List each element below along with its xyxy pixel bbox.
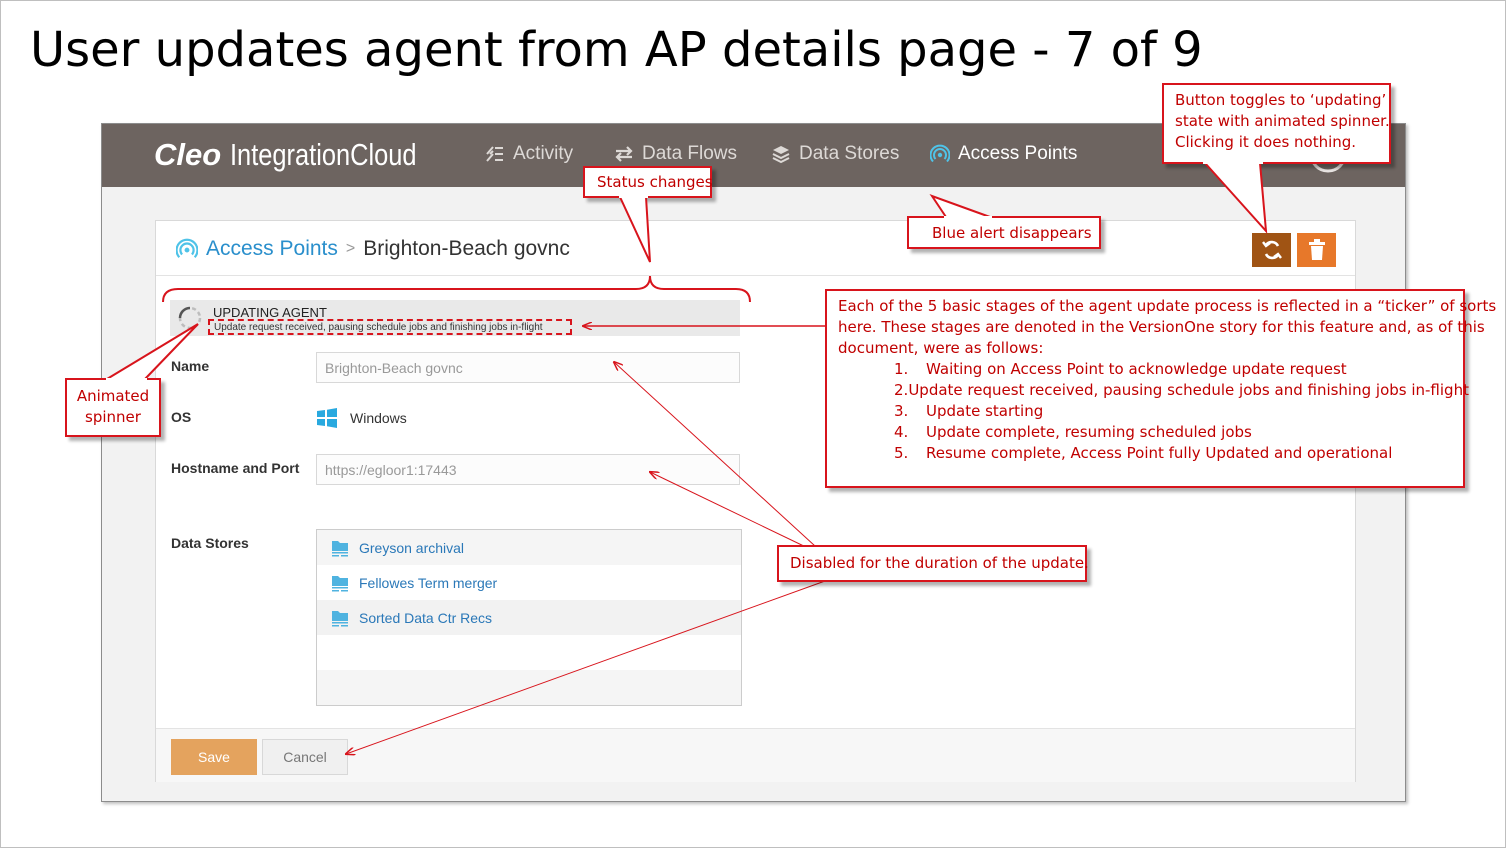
callout-line: here. These stages are denoted in the Ve… — [838, 318, 1485, 336]
stage-text: Update request received, pausing schedul… — [908, 381, 1469, 399]
callout-text: Disabled for the duration of the update. — [790, 554, 1089, 572]
stage-item: 4. Update complete, resuming scheduled jo… — [894, 422, 1463, 443]
stage-number: 3. — [894, 402, 909, 420]
stage-number: 2. — [894, 381, 909, 399]
stage-text: Resume complete, Access Point fully Upda… — [926, 444, 1393, 462]
callout-ticker-stages: Each of the 5 basic stages of the agent … — [825, 289, 1497, 488]
stage-item: 2. Update request received, pausing sched… — [894, 380, 1469, 401]
stage-text: Update starting — [926, 402, 1044, 420]
callout-line: document, were as follows: — [838, 339, 1044, 357]
stage-number: 5. — [894, 444, 909, 462]
stage-text: Waiting on Access Point to acknowledge u… — [926, 360, 1347, 378]
stage-item: 3. Update starting — [894, 401, 1463, 422]
stage-item: 1. Waiting on Access Point to acknowledge… — [894, 359, 1463, 380]
callout-disabled: Disabled for the duration of the update. — [777, 545, 1089, 582]
stage-text: Update complete, resuming scheduled jobs — [926, 423, 1252, 441]
callout-line: Each of the 5 basic stages of the agent … — [838, 297, 1497, 315]
stage-number: 1. — [894, 360, 909, 378]
stage-number: 4. — [894, 423, 909, 441]
stage-list: 1. Waiting on Access Point to acknowledge… — [838, 359, 1469, 464]
stage-item: 5. Resume complete, Access Point fully Up… — [894, 443, 1463, 464]
